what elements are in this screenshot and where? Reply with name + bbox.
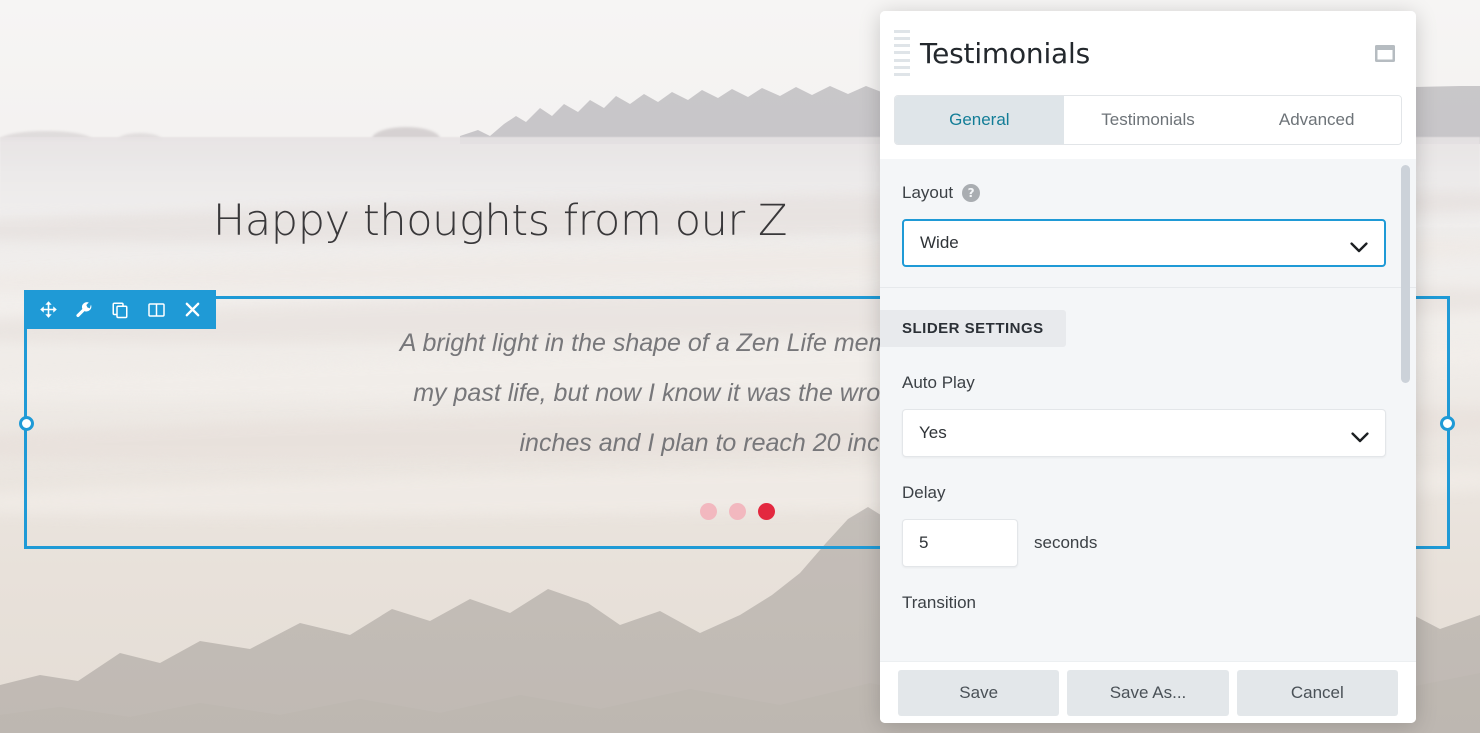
panel-tabs: General Testimonials Advanced	[894, 95, 1402, 145]
transition-label: Transition	[902, 593, 977, 612]
slide-dot-2[interactable]	[728, 503, 746, 520]
field-transition: Transition	[902, 593, 1386, 613]
settings-panel: Testimonials General Testimonials Advanc…	[880, 11, 1416, 723]
delay-label-row: Delay	[902, 483, 1386, 503]
field-delay: Delay 5 seconds	[902, 483, 1386, 567]
section-slider-settings: SLIDER SETTINGS	[880, 310, 1066, 347]
auto-play-select-value: Yes	[919, 423, 947, 442]
panel-footer: Save Save As... Cancel	[880, 661, 1416, 723]
restore-window-icon[interactable]	[1372, 42, 1398, 64]
layout-select-value: Wide	[920, 233, 959, 252]
delay-unit-label: seconds	[1034, 533, 1098, 552]
layout-select[interactable]: Wide	[902, 219, 1386, 267]
panel-header: Testimonials	[880, 11, 1416, 95]
tab-advanced[interactable]: Advanced	[1232, 96, 1401, 144]
auto-play-label: Auto Play	[902, 373, 975, 392]
auto-play-select[interactable]: Yes	[902, 409, 1386, 457]
drag-handle-icon[interactable]	[894, 30, 910, 76]
panel-scrollbar-thumb[interactable]	[1401, 165, 1410, 383]
page-title: Happy thoughts from our Z	[212, 196, 788, 246]
tab-testimonials[interactable]: Testimonials	[1063, 96, 1233, 144]
transition-label-row: Transition	[902, 593, 1386, 613]
chevron-down-icon	[1350, 238, 1368, 258]
slide-dot-3[interactable]	[757, 503, 775, 520]
columns-icon[interactable]	[138, 290, 174, 329]
module-toolbar	[24, 290, 216, 329]
save-button[interactable]: Save	[898, 669, 1060, 716]
panel-title: Testimonials	[920, 36, 1090, 70]
divider	[880, 287, 1416, 288]
panel-body: Layout ? Wide SLIDER SETTINGS Auto Play …	[880, 159, 1416, 661]
delay-label: Delay	[902, 483, 946, 502]
chevron-down-icon	[1351, 428, 1369, 448]
delay-input[interactable]: 5	[902, 519, 1018, 567]
duplicate-icon[interactable]	[102, 290, 138, 329]
save-as-button[interactable]: Save As...	[1067, 669, 1229, 716]
auto-play-label-row: Auto Play	[902, 373, 1386, 393]
layout-label-row: Layout ?	[902, 183, 1386, 203]
field-auto-play: Auto Play Yes	[902, 373, 1386, 457]
field-layout: Layout ? Wide	[902, 183, 1386, 267]
panel-scrollbar[interactable]	[1401, 165, 1410, 655]
layout-label: Layout	[902, 183, 954, 202]
move-icon[interactable]	[30, 290, 66, 329]
delay-row: 5 seconds	[902, 519, 1386, 567]
screen: Happy thoughts from our Z A bright light…	[0, 0, 1480, 733]
close-icon[interactable]	[174, 290, 210, 329]
wrench-icon[interactable]	[66, 290, 102, 329]
slide-dot-1[interactable]	[699, 503, 717, 520]
tab-general[interactable]: General	[895, 96, 1064, 144]
cancel-button[interactable]: Cancel	[1236, 669, 1398, 716]
help-icon[interactable]: ?	[962, 184, 981, 202]
